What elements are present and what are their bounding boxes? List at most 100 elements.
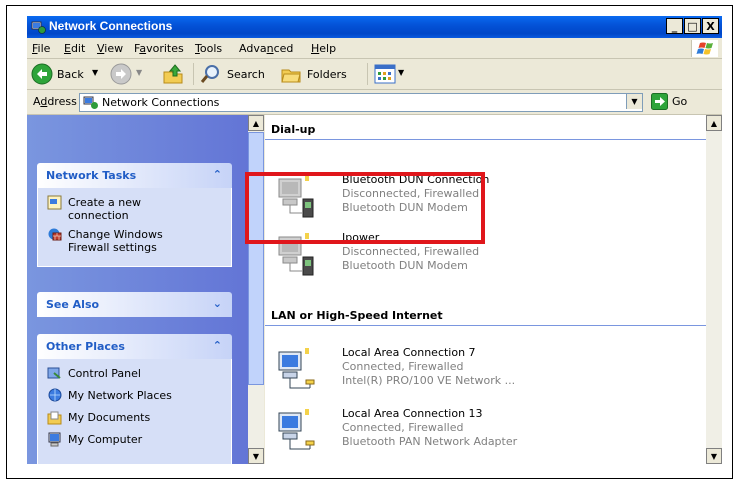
see-also-panel: See Also ⌄ [37, 292, 232, 317]
scroll-thumb[interactable] [248, 132, 264, 385]
firewall-icon [48, 228, 62, 241]
task-label: connection [68, 209, 129, 222]
network-tasks-panel: Network Tasks ⌃ Create a newconnection [37, 163, 232, 267]
folders-icon [281, 69, 301, 83]
views-dropdown-icon[interactable]: ▼ [398, 68, 404, 77]
task-label: Create a new [68, 196, 142, 209]
connection-name: Local Area Connection 7 [342, 346, 476, 359]
close-button[interactable]: X [702, 18, 719, 34]
control-panel-icon [47, 367, 61, 379]
task-label: Change Windows [68, 228, 163, 241]
connection-name: Local Area Connection 13 [342, 407, 483, 420]
see-also-header[interactable]: See Also ⌄ [37, 292, 232, 317]
up-folder-icon[interactable] [161, 62, 185, 86]
go-button[interactable]: Go [651, 93, 691, 111]
group-divider [265, 139, 706, 140]
address-label: Address [33, 95, 77, 108]
back-arrow-icon [31, 63, 53, 85]
window-title: Network Connections [49, 19, 173, 33]
collapse-chevron-icon[interactable]: ⌃ [213, 339, 222, 352]
menu-edit[interactable]: Edit [64, 42, 85, 55]
back-dropdown-icon[interactable]: ▼ [92, 68, 98, 77]
network-tasks-header[interactable]: Network Tasks ⌃ [37, 163, 232, 188]
task-create-new-connection[interactable]: Create a new connection [38, 194, 231, 224]
connection-status: Connected, Firewalled [342, 360, 464, 373]
forward-button[interactable]: ▼ [109, 62, 149, 86]
task-pane: Network Tasks ⌃ Create a newconnection [27, 115, 248, 464]
scroll-up-button[interactable]: ▲ [706, 115, 722, 131]
caption-buttons: _ □ X [665, 18, 719, 34]
task-label: Firewall settings [68, 241, 157, 254]
highlight-box [245, 172, 485, 244]
back-label: Back [57, 68, 84, 81]
menu-tools[interactable]: Tools [195, 42, 222, 55]
other-places-panel: Other Places ⌃ Control Panel My Network … [37, 334, 232, 464]
connection-item[interactable]: Local Area Connection 7 Connected, Firew… [265, 344, 706, 402]
scroll-down-button[interactable]: ▼ [706, 448, 722, 464]
place-my-computer[interactable]: My Computer [38, 431, 231, 453]
place-label: Control Panel [68, 367, 141, 380]
menu-file[interactable]: File [32, 42, 50, 55]
other-places-header[interactable]: Other Places ⌃ [37, 334, 232, 359]
address-bar: Address Network Connections ▼ Go [27, 90, 722, 115]
connection-status: Connected, Firewalled [342, 421, 464, 434]
forward-dropdown-icon[interactable]: ▼ [136, 68, 142, 77]
folders-button[interactable]: Folders [279, 62, 359, 86]
connection-device: Intel(R) PRO/100 VE Network ... [342, 374, 516, 387]
views-icon [374, 64, 396, 84]
task-pane-scrollbar[interactable]: ▲ ▼ [248, 115, 264, 464]
menu-advanced[interactable]: Advanced [239, 42, 293, 55]
other-places-title: Other Places [46, 340, 125, 353]
network-connections-icon [31, 21, 46, 34]
lan-connection-icon [278, 409, 315, 450]
connection-item[interactable]: Local Area Connection 13 Connected, Fire… [265, 405, 706, 463]
network-tasks-body: Create a new connection Change Windows Fir… [37, 188, 232, 267]
network-tasks-title: Network Tasks [46, 169, 137, 182]
search-icon [200, 65, 219, 83]
toolbar-separator [193, 63, 194, 85]
place-my-network-places[interactable]: My Network Places [38, 387, 231, 409]
forward-arrow-icon [110, 63, 132, 85]
content-scrollbar[interactable]: ▲ ▼ [706, 115, 722, 464]
new-connection-icon [47, 195, 62, 210]
minimize-button[interactable]: _ [666, 18, 683, 34]
scroll-up-button[interactable]: ▲ [248, 115, 264, 131]
connections-list: Dial-up Bluetooth DUN Connection Disconn… [265, 115, 706, 464]
go-label: Go [672, 95, 688, 108]
menu-bar: File Edit View Favorites Tools Advanced … [27, 38, 722, 59]
scroll-down-button[interactable]: ▼ [248, 448, 264, 464]
title-bar[interactable]: Network Connections _ □ X [27, 16, 722, 38]
place-label: My Computer [68, 433, 143, 446]
group-header-lan: LAN or High-Speed Internet [271, 309, 443, 322]
address-dropdown-button[interactable]: ▼ [626, 94, 642, 109]
address-value: Network Connections [102, 96, 220, 109]
connection-device: Bluetooth DUN Modem [342, 259, 468, 272]
group-header-dialup: Dial-up [271, 123, 316, 136]
toolbar-separator [367, 63, 368, 85]
place-control-panel[interactable]: Control Panel [38, 365, 231, 387]
expand-chevron-icon[interactable]: ⌄ [213, 297, 222, 310]
other-places-body: Control Panel My Network Places My Docum… [37, 359, 232, 464]
search-label: Search [227, 68, 265, 81]
menu-help[interactable]: Help [311, 42, 336, 55]
back-button[interactable]: Back ▼ [30, 62, 106, 86]
place-label: My Network Places [68, 389, 172, 402]
windows-logo-icon [691, 40, 718, 57]
network-places-icon [48, 388, 62, 402]
search-button[interactable]: Search [199, 62, 273, 86]
views-button[interactable]: ▼ [373, 62, 409, 86]
maximize-button[interactable]: □ [684, 18, 701, 34]
collapse-chevron-icon[interactable]: ⌃ [213, 168, 222, 181]
menu-view[interactable]: View [97, 42, 123, 55]
standard-toolbar: Back ▼ ▼ Search Folders ▼ [27, 59, 722, 90]
connection-status: Disconnected, Firewalled [342, 245, 480, 258]
menu-favorites[interactable]: Favorites [134, 42, 184, 55]
network-connections-icon [83, 96, 98, 109]
lan-connection-icon [278, 348, 315, 389]
task-change-firewall-settings[interactable]: Change Windows Firewall settings [38, 226, 231, 256]
go-arrow-icon [651, 93, 668, 110]
connection-device: Bluetooth PAN Network Adapter [342, 435, 518, 448]
place-my-documents[interactable]: My Documents [38, 409, 231, 431]
address-field[interactable]: Network Connections ▼ [79, 93, 643, 112]
place-label: My Documents [68, 411, 151, 424]
